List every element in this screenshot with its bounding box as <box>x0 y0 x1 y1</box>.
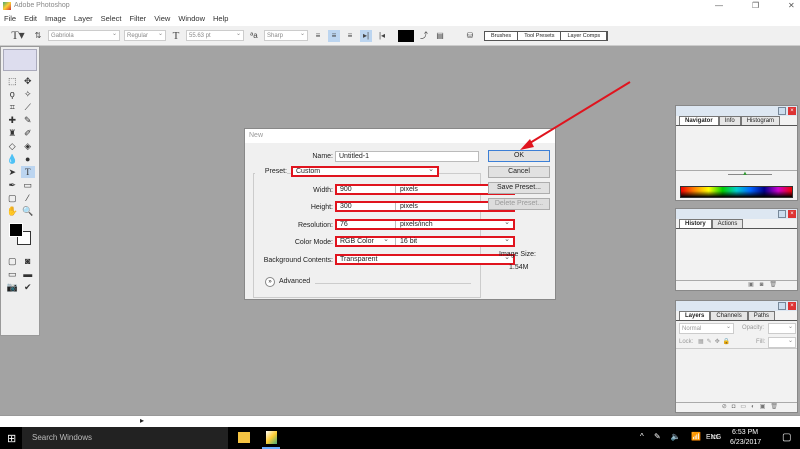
tab-paths[interactable]: Paths <box>747 311 776 320</box>
fill-label: Fill: <box>756 339 766 345</box>
zoom-slider-handle-icon[interactable]: ▲ <box>742 171 748 177</box>
history-panel: × History Actions ▣◙🗑 <box>675 208 798 291</box>
tab-layers[interactable]: Layers <box>679 311 711 320</box>
status-bar: ▸ <box>0 415 800 427</box>
status-menu-arrow-icon[interactable]: ▸ <box>140 416 144 425</box>
tab-history[interactable]: History <box>679 219 712 228</box>
close-panel-icon[interactable]: × <box>788 107 796 115</box>
layers-footer-icons[interactable]: ⊘◘▭◐▣🗑 <box>676 402 797 412</box>
close-panel-icon[interactable]: × <box>788 302 796 310</box>
history-footer-icons[interactable]: ▣◙🗑 <box>676 280 797 290</box>
arrow-line <box>524 81 631 147</box>
close-panel-icon[interactable]: × <box>788 210 796 218</box>
opacity-input[interactable] <box>768 322 796 334</box>
notifications-icon[interactable]: ▢ <box>782 432 791 443</box>
windows-start-icon[interactable]: ⊞ <box>7 432 16 445</box>
clock-date[interactable]: 6/23/2017 <box>730 439 761 446</box>
tab-info[interactable]: Info <box>718 116 741 125</box>
language-indicator[interactable]: ENG <box>706 434 721 441</box>
tab-channels[interactable]: Channels <box>710 311 748 320</box>
fill-input[interactable] <box>768 336 796 348</box>
tab-histogram[interactable]: Histogram <box>740 116 781 125</box>
search-box[interactable]: Search Windows <box>22 427 228 449</box>
lock-label: Lock: <box>679 339 694 345</box>
navigator-panel: × Navigator Info Histogram ▲ <box>675 105 798 201</box>
opacity-label: Opacity: <box>742 325 765 331</box>
layers-panel: × Layers Channels Paths Normal Opacity: … <box>675 300 798 413</box>
taskbar: ⊞ Search Windows ^ ✎ 🔈 📶 ▭ ENG 6:53 PM 6… <box>0 427 800 449</box>
photoshop-taskbar-icon[interactable] <box>266 431 277 444</box>
clock-time[interactable]: 6:53 PM <box>732 429 758 436</box>
zoom-slider[interactable]: ▲ <box>676 170 797 179</box>
tab-actions[interactable]: Actions <box>711 219 744 228</box>
color-ramp[interactable] <box>680 186 793 198</box>
minimize-panel-icon[interactable] <box>778 302 786 310</box>
minimize-panel-icon[interactable] <box>778 210 786 218</box>
file-explorer-icon[interactable] <box>238 432 250 443</box>
blend-mode-select[interactable]: Normal <box>679 322 734 334</box>
minimize-panel-icon[interactable] <box>778 107 786 115</box>
lock-icons[interactable]: ▦✎✥🔒 <box>698 338 733 345</box>
tab-navigator[interactable]: Navigator <box>679 116 719 125</box>
